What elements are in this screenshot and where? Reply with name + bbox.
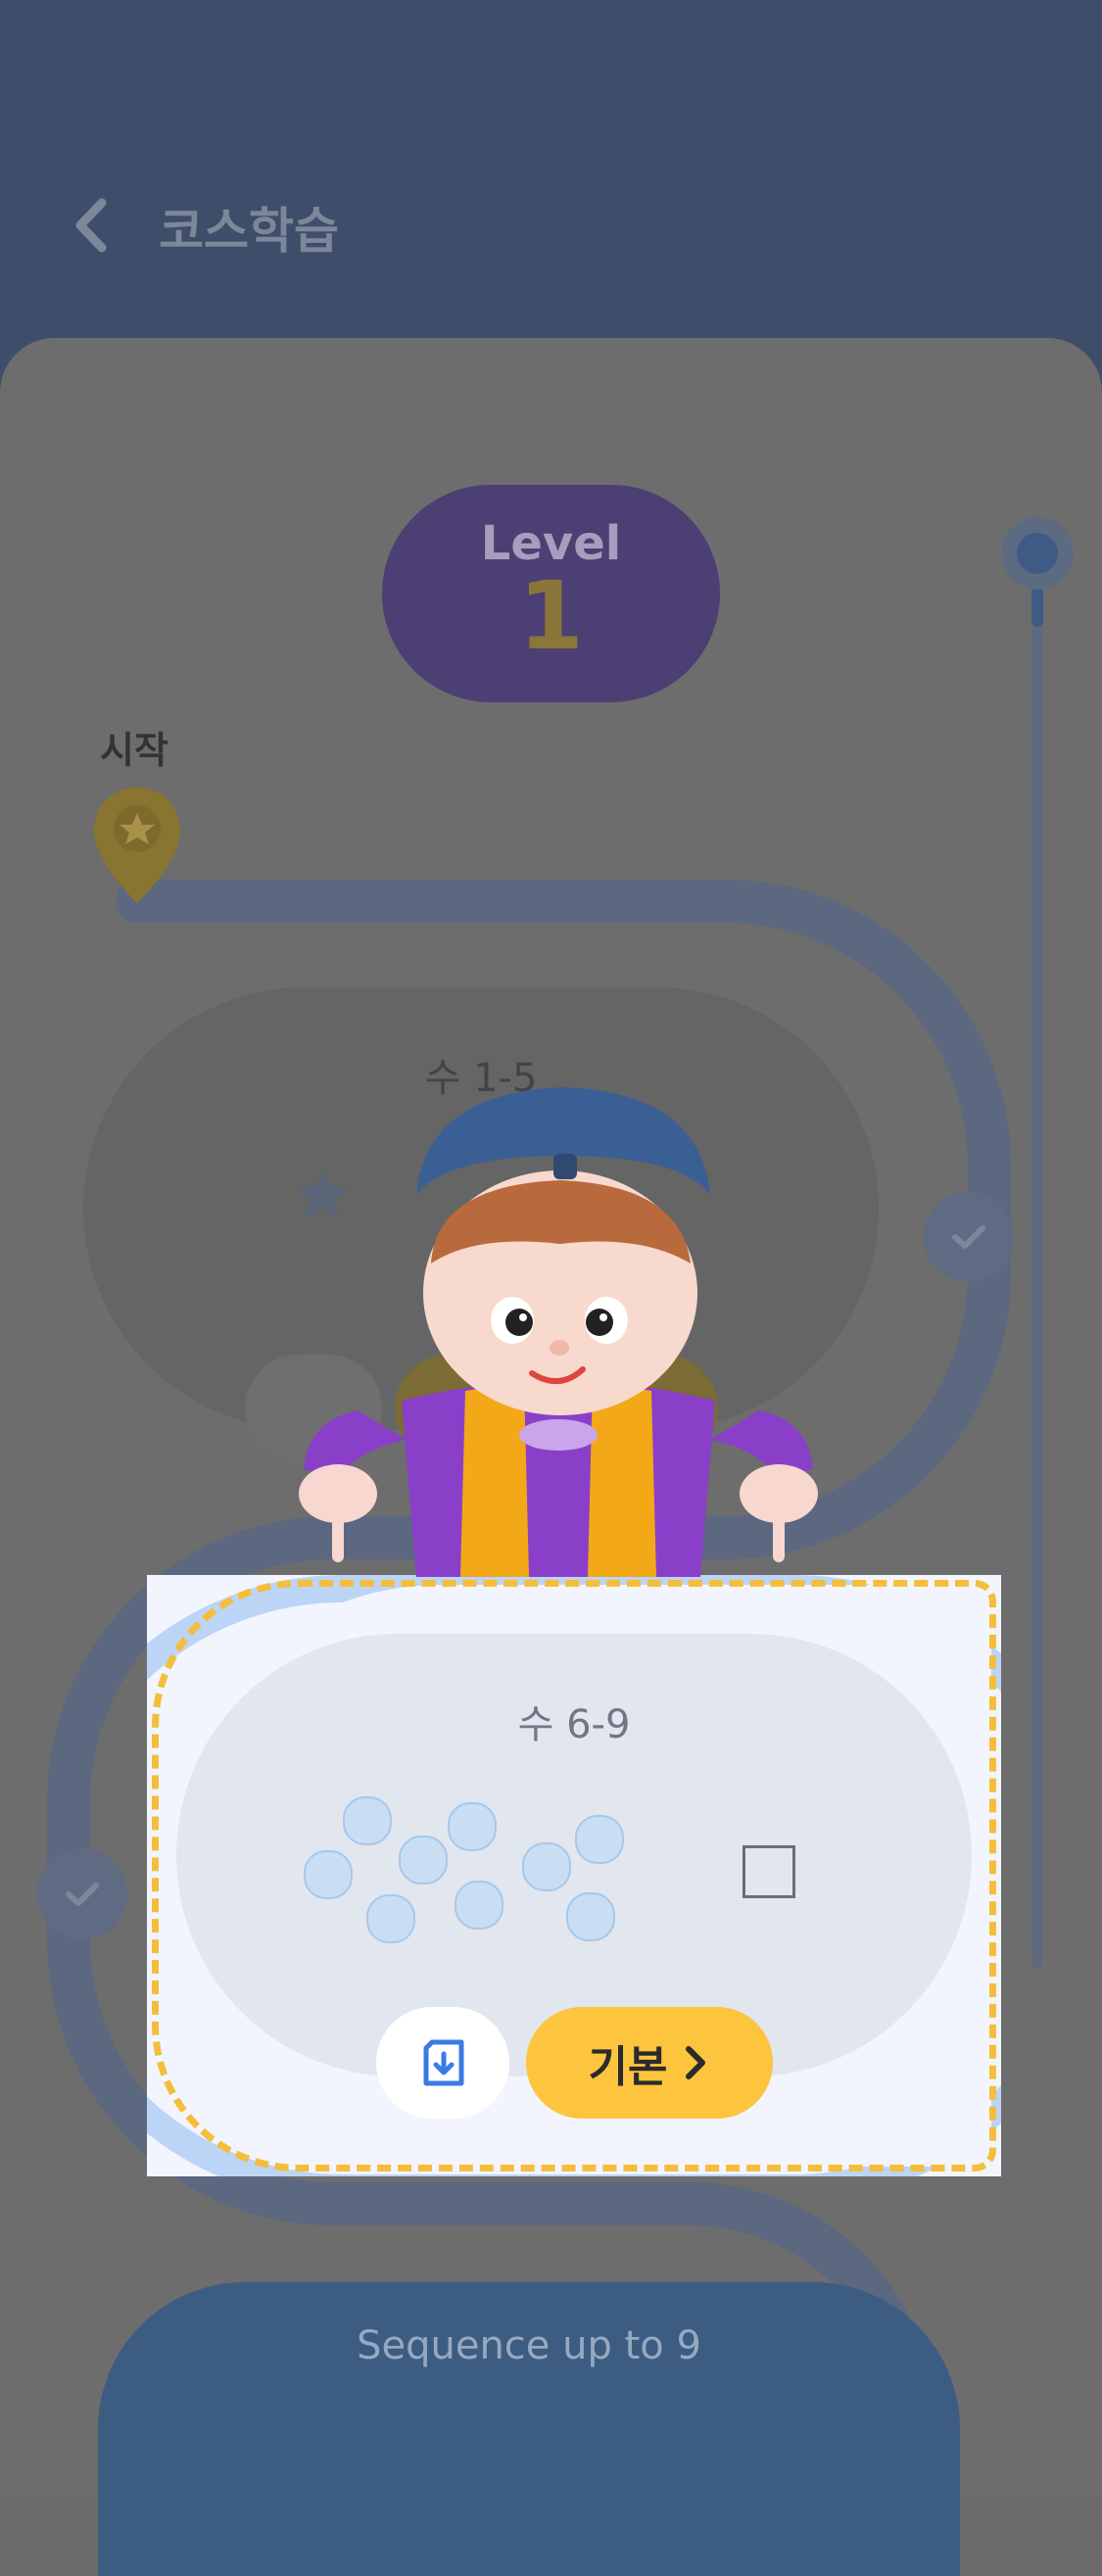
check-icon [952, 1225, 985, 1249]
progress-track [1032, 553, 1042, 1969]
level-number: 1 [518, 561, 584, 671]
path-checkpoint-1 [924, 1192, 1014, 1282]
start-pin-icon [94, 787, 180, 903]
progress-knob [1017, 533, 1058, 574]
level-badge: Level 1 [382, 485, 720, 702]
start-label: 시작 [100, 729, 168, 772]
path-checkpoint-2 [37, 1849, 127, 1939]
dashed-highlight-border [152, 1580, 996, 2171]
check-icon [66, 1883, 99, 1906]
lesson-card-title: Sequence up to 9 [357, 2323, 701, 2368]
highlight-popup: 수 6-9 기본 [147, 1575, 1001, 2176]
lesson-card-sequence[interactable]: Sequence up to 9 [98, 2282, 960, 2576]
mascot-character [299, 1087, 818, 1577]
